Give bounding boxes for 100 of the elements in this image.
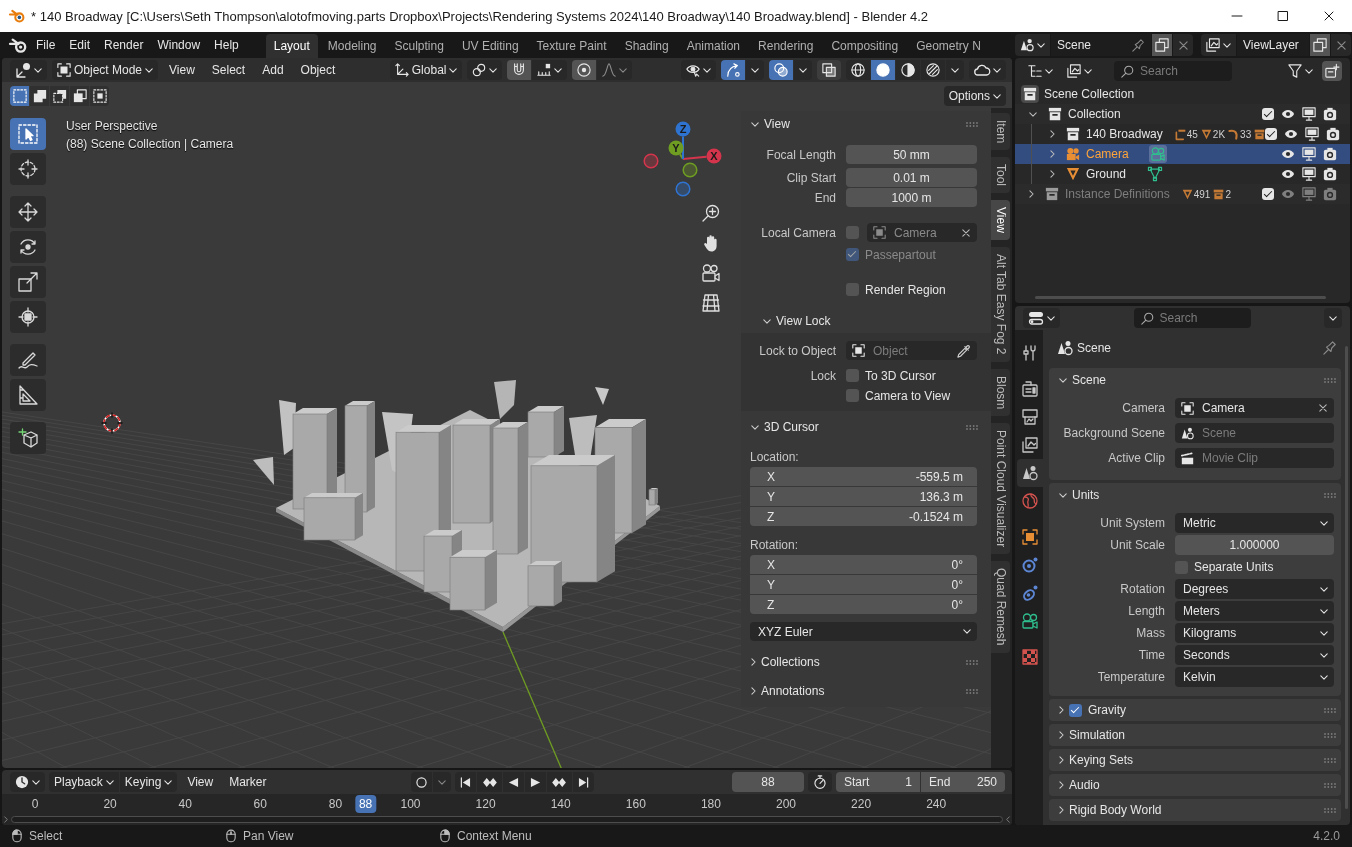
shading-button[interactable] [921, 60, 945, 80]
camera-icon[interactable] [1323, 147, 1337, 161]
eye-icon[interactable] [1281, 107, 1295, 121]
next-keyframe-button[interactable] [546, 772, 572, 792]
editor-type-button[interactable] [1023, 308, 1060, 328]
row-label[interactable]: Collection [1068, 107, 1121, 121]
playhead[interactable]: 88 [354, 795, 377, 813]
checkbox-label[interactable]: To 3D Cursor [865, 368, 936, 383]
number-field[interactable]: 50 mm [846, 145, 977, 164]
3d-viewport[interactable] [2, 58, 1012, 768]
panel-header[interactable]: Collections [741, 650, 991, 674]
tool-button[interactable] [10, 301, 46, 333]
number-field[interactable]: Z -0.1524 m [750, 507, 977, 526]
panel-header[interactable]: Audio [1049, 774, 1341, 796]
eye-icon[interactable] [1281, 147, 1295, 161]
dropdown[interactable]: Degrees [1175, 579, 1334, 599]
panel-header[interactable]: Gravity [1049, 699, 1341, 721]
checkbox-label[interactable]: Separate Units [1194, 560, 1274, 574]
row-label[interactable]: Scene Collection [1044, 87, 1135, 101]
play-reverse-button[interactable] [502, 772, 524, 792]
search-field[interactable]: Search [1133, 308, 1251, 328]
object-field[interactable]: Object [846, 341, 977, 360]
workspace-tab[interactable]: Shading [616, 34, 677, 58]
panel-header[interactable]: Rigid Body World [1049, 799, 1341, 821]
menu-item[interactable]: Edit [62, 35, 98, 55]
row-label[interactable]: 140 Broadway [1086, 127, 1163, 141]
overlays-toggle[interactable] [769, 60, 793, 80]
end-frame-field[interactable]: End 250 [921, 772, 1005, 792]
workspace-tab[interactable]: Sculpting [386, 34, 452, 58]
xray-toggle[interactable] [817, 60, 841, 80]
dropdown[interactable]: Kelvin [1175, 667, 1334, 687]
workspace-tab[interactable]: UV Editing [453, 34, 527, 58]
pin-icon[interactable] [1323, 341, 1337, 355]
menu-item[interactable]: Add [256, 63, 290, 77]
camera-icon[interactable] [1326, 127, 1341, 141]
mode-dropdown[interactable]: Object Mode [52, 60, 159, 80]
tool-button[interactable] [10, 118, 46, 150]
scene-name-field[interactable]: Scene [1051, 34, 1151, 56]
unlink-button[interactable] [1331, 34, 1351, 56]
triangle-vertices-icon[interactable] [1146, 165, 1165, 183]
number-field[interactable]: X 0° [750, 555, 977, 574]
chevron-down-icon[interactable] [1029, 111, 1037, 117]
gizmo-axis-handle[interactable] [706, 148, 722, 164]
row-label[interactable]: Camera [1086, 147, 1129, 161]
dropdown[interactable]: Playback [49, 772, 119, 792]
menu-item[interactable]: Help [207, 35, 246, 55]
tool-button[interactable] [10, 153, 46, 185]
sidebar-tab[interactable]: Tool [991, 157, 1010, 194]
scene-browse-button[interactable] [1015, 34, 1050, 56]
dropdown[interactable]: Seconds [1175, 645, 1334, 665]
pin-icon[interactable] [1132, 38, 1145, 52]
checkbox[interactable] [846, 389, 859, 402]
duplicate-button[interactable] [1310, 34, 1330, 56]
tool-button[interactable] [10, 422, 46, 454]
tool-button[interactable] [10, 379, 46, 411]
monitor-icon[interactable] [1302, 147, 1316, 161]
eyedropper-icon[interactable] [957, 343, 971, 358]
panel-header[interactable]: View Lock [741, 310, 991, 332]
gizmo-axis-dot[interactable] [643, 153, 659, 169]
view-layer-name-field[interactable]: ViewLayer [1237, 34, 1309, 56]
movie-camera-icon[interactable] [1148, 145, 1167, 163]
checkbox[interactable] [846, 369, 859, 382]
menu-item[interactable]: Window [150, 35, 208, 55]
panel-header[interactable]: Annotations [741, 679, 991, 703]
menu-item[interactable]: View [163, 63, 201, 77]
checkbox[interactable] [846, 283, 859, 296]
new-collection-button[interactable] [1322, 61, 1342, 81]
monitor-icon[interactable] [1302, 107, 1316, 121]
jump-to-end-button[interactable] [572, 772, 594, 792]
checkbox[interactable] [1265, 128, 1278, 140]
panel-header[interactable]: Units [1049, 483, 1341, 507]
shading-button[interactable] [846, 60, 870, 80]
close-icon[interactable] [962, 228, 970, 237]
sidebar-tab[interactable]: Blosm [991, 368, 1010, 416]
dropdown[interactable]: XYZ Euler [750, 622, 977, 641]
object-field[interactable]: Movie Clip [1175, 448, 1334, 468]
shading-button[interactable] [896, 60, 920, 80]
options-dropdown[interactable]: Options [943, 86, 1006, 106]
editor-type-button[interactable] [10, 772, 45, 792]
dropdown[interactable]: Keying [119, 772, 178, 792]
chevron-right-icon[interactable] [4, 816, 8, 823]
panel-header[interactable]: Scene [1049, 368, 1341, 392]
checkbox-label[interactable]: Camera to View [865, 388, 951, 403]
camera-icon[interactable] [1323, 167, 1337, 181]
menu-item[interactable]: Render [97, 35, 151, 55]
duplicate-button[interactable] [1152, 34, 1172, 56]
scrollbar[interactable] [11, 816, 1003, 823]
view-layer-browse-button[interactable] [1201, 34, 1236, 56]
chevron-right-icon[interactable] [1050, 150, 1055, 158]
row-label[interactable]: Ground [1086, 167, 1127, 181]
gizmo-toggle[interactable] [721, 60, 745, 80]
gizmo-axis-handle[interactable] [668, 140, 684, 156]
start-frame-field[interactable]: Start 1 [836, 772, 920, 792]
gizmo-dropdown[interactable] [746, 60, 764, 80]
editor-type-button[interactable] [10, 60, 47, 80]
hand-icon[interactable] [702, 234, 720, 252]
scrollbar[interactable] [1035, 296, 1326, 299]
close-icon[interactable] [1319, 404, 1327, 412]
grid-icon[interactable] [702, 294, 720, 312]
selection-mode-button[interactable] [90, 86, 109, 106]
